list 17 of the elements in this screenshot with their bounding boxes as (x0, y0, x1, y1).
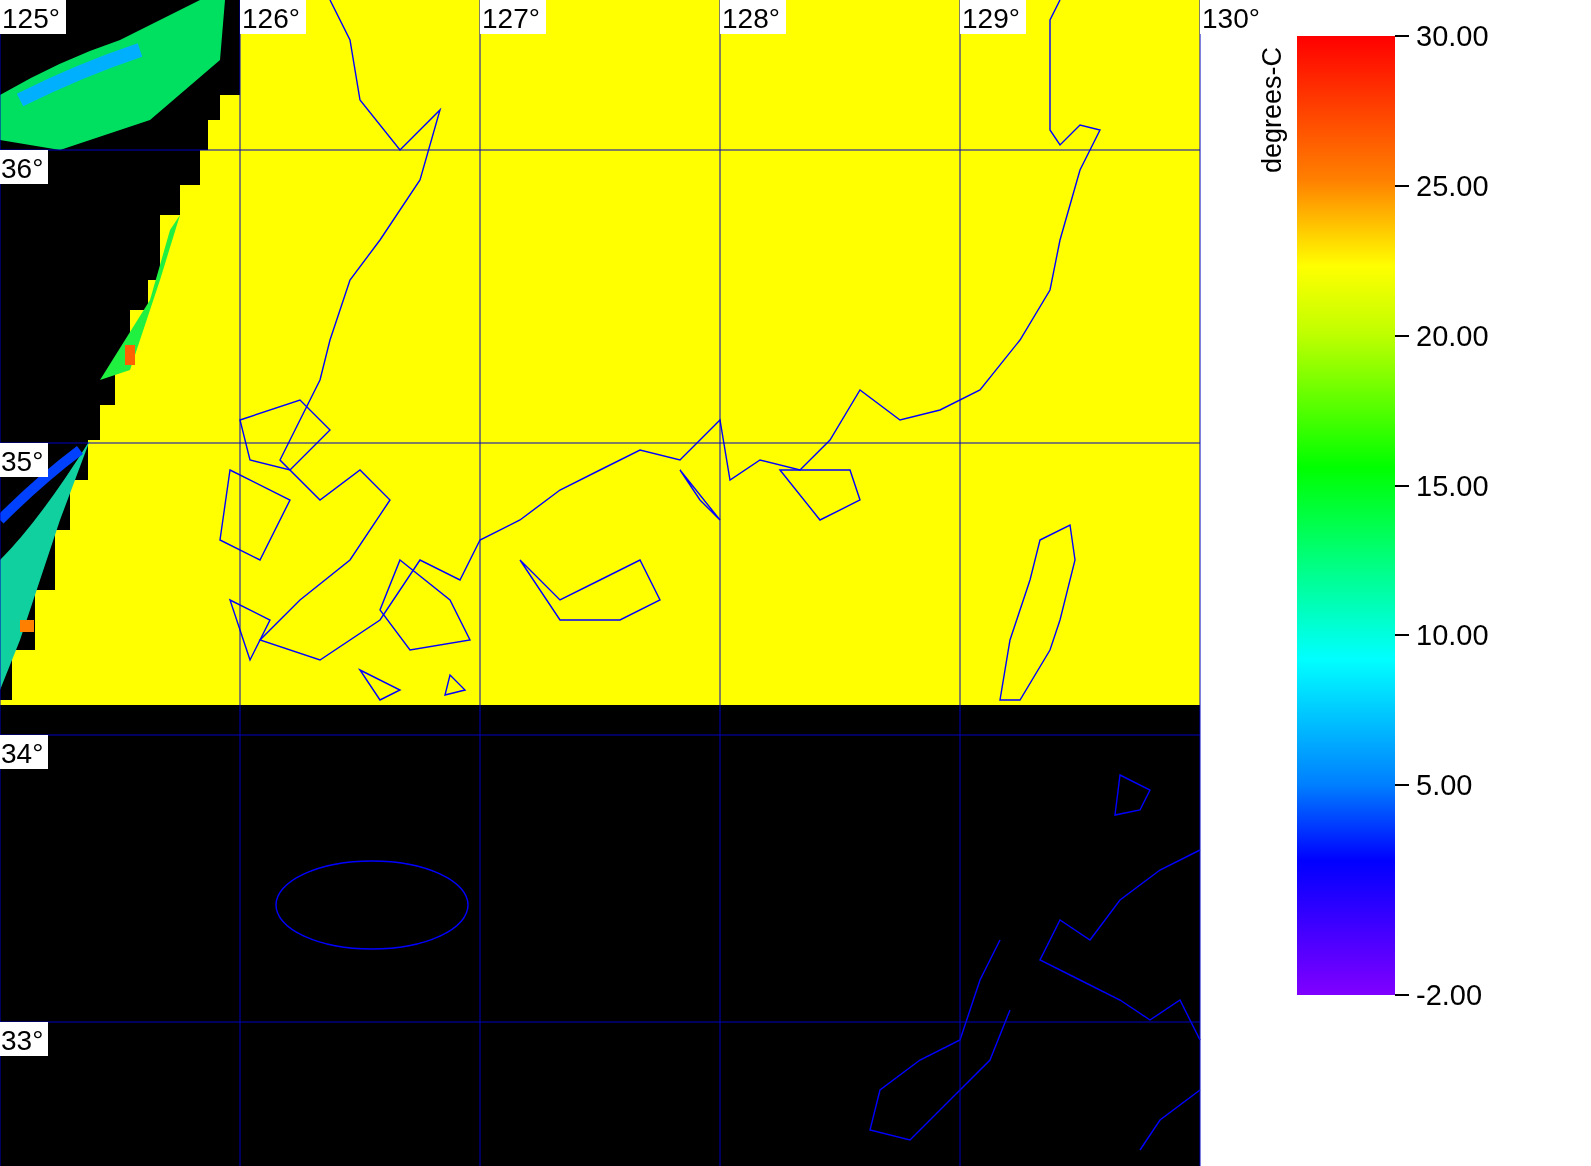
longitude-label: 128° (720, 0, 786, 34)
colorbar-tick-label: 25.00 (1416, 169, 1489, 203)
colorbar-title: degrees-C (1256, 46, 1288, 174)
longitude-label: 125° (0, 0, 66, 34)
colorbar-tick-label: 15.00 (1416, 469, 1489, 503)
longitude-label: 129° (960, 0, 1026, 34)
colorbar-tick-label: 30.00 (1416, 19, 1489, 53)
colorbar-tick-label: 20.00 (1416, 319, 1489, 353)
latitude-label: 34° (0, 735, 48, 769)
latitude-label: 36° (0, 150, 48, 184)
latitude-label: 35° (0, 443, 48, 477)
colorbar-tick-label: 10.00 (1416, 618, 1489, 652)
colorbar-tick-label: -2.00 (1416, 978, 1483, 1012)
latitude-label: 33° (0, 1022, 48, 1056)
longitude-label: 127° (480, 0, 546, 34)
colorbar-tick-label: 5.00 (1416, 768, 1473, 802)
longitude-label: 126° (240, 0, 306, 34)
